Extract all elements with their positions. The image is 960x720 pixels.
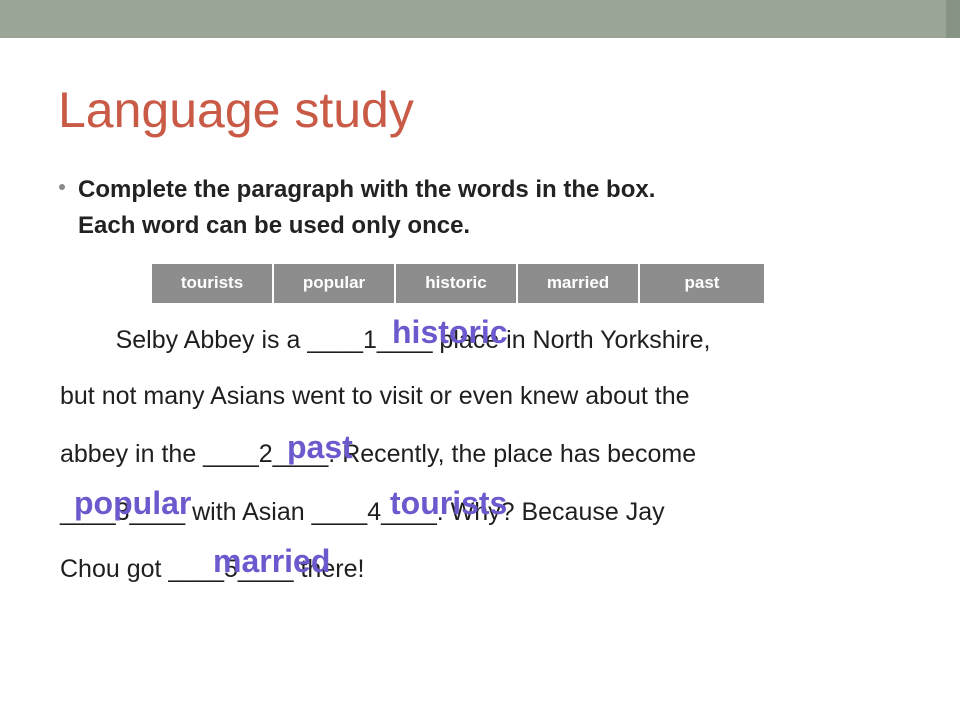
bullet-icon (59, 184, 65, 190)
instruction-line-2: Each word can be used only once. (78, 212, 471, 239)
slide-title: Language study (58, 82, 414, 138)
word-box: tourists popular historic married past (152, 264, 764, 303)
answer-5: married (213, 543, 331, 579)
answer-3: popular (74, 485, 192, 521)
paragraph-line-3: abbey in the ____2____. Recently, the pl… (60, 440, 697, 468)
word-box-item: tourists (152, 264, 274, 303)
answer-1: historic (392, 314, 508, 350)
top-decor-corner (946, 0, 960, 38)
answer-4: tourists (390, 485, 508, 521)
paragraph-line-2: but not many Asians went to visit or eve… (60, 382, 690, 410)
word-box-item: popular (274, 264, 396, 303)
word-box-item: historic (396, 264, 518, 303)
instruction-line-1: Complete the paragraph with the words in… (78, 176, 656, 203)
word-box-item: past (684, 273, 720, 292)
instruction-text: Complete the paragraph with the words in… (78, 172, 878, 244)
answer-2: past (287, 429, 353, 465)
paragraph-line-1: Selby Abbey is a ____1____ place in Nort… (60, 326, 711, 354)
word-box-item: married (518, 264, 640, 303)
top-decor-bar (0, 0, 960, 38)
